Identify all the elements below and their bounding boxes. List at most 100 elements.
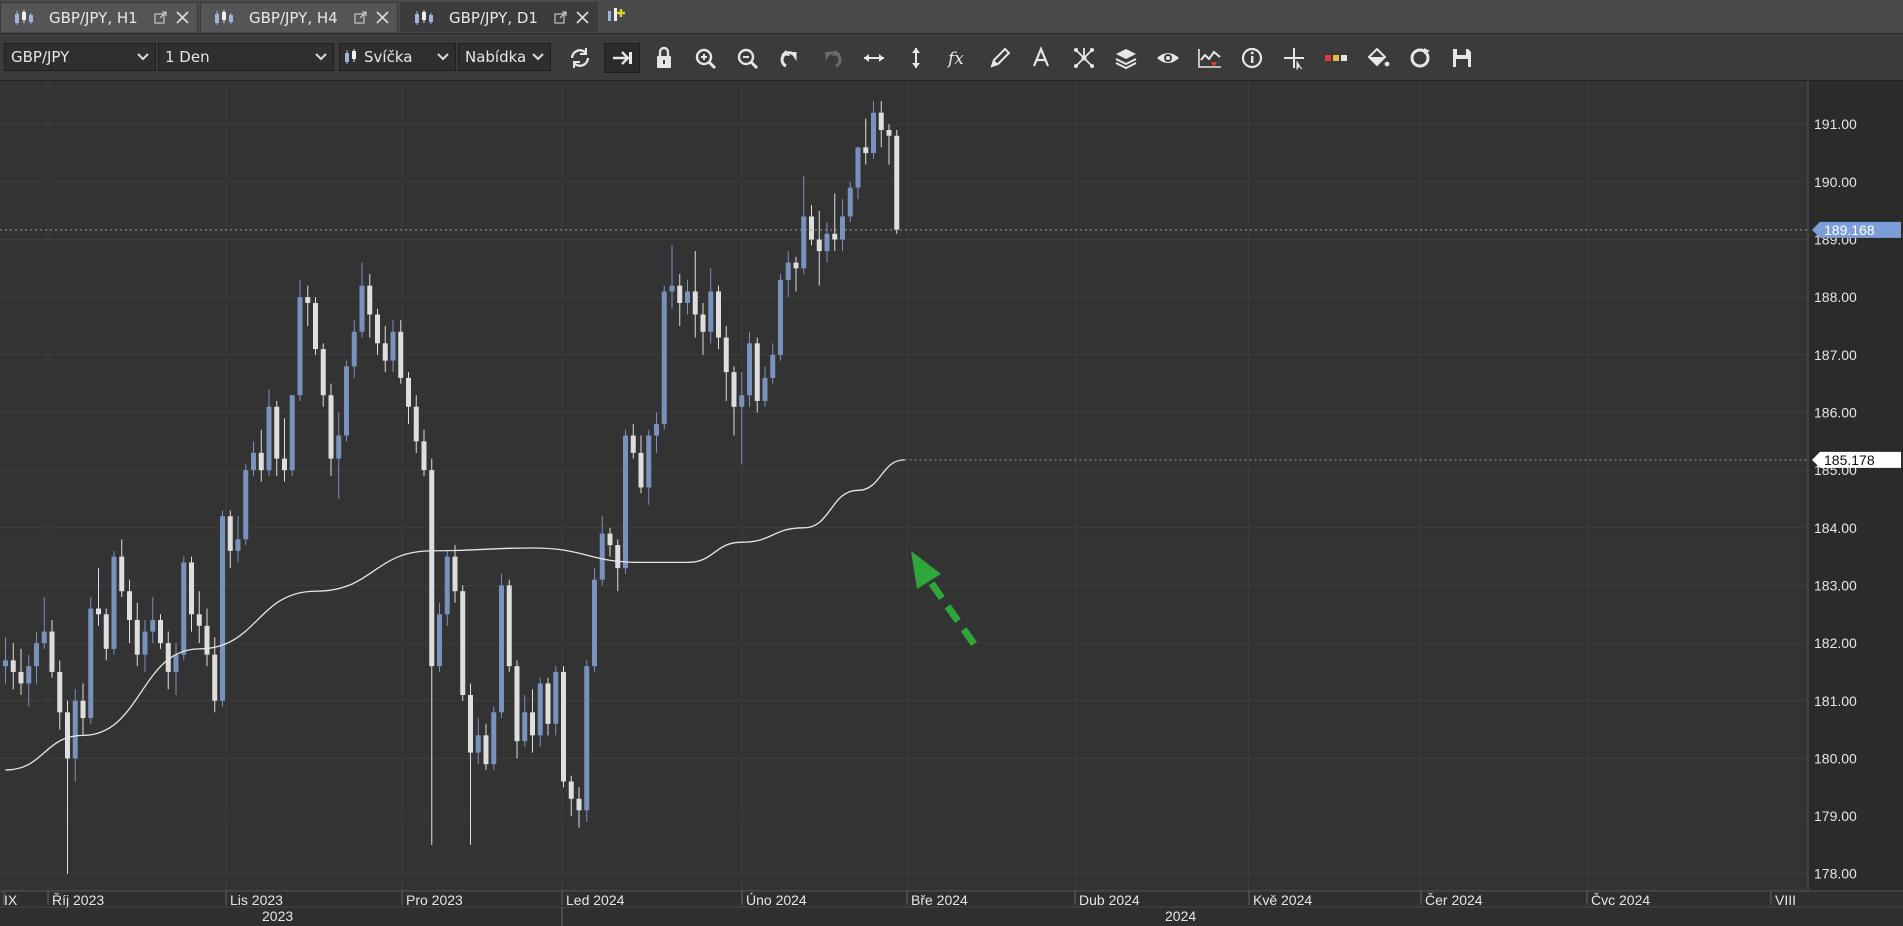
- period-value: 1 Den: [165, 48, 210, 66]
- candle-body: [561, 671, 566, 782]
- undo-button[interactable]: [772, 43, 808, 73]
- crosshair-button[interactable]: [1276, 43, 1312, 73]
- candle-body: [452, 556, 458, 592]
- theme-button[interactable]: [1360, 43, 1396, 73]
- candle-body: [630, 435, 636, 453]
- candle-body: [522, 712, 528, 742]
- close-icon[interactable]: [376, 11, 389, 24]
- candle-body: [88, 608, 94, 719]
- visibility-button[interactable]: [1150, 43, 1186, 73]
- vertical-scale-button[interactable]: [898, 43, 934, 73]
- close-icon[interactable]: [176, 11, 189, 24]
- redo-button[interactable]: [814, 43, 850, 73]
- period-select[interactable]: 1 Den: [158, 43, 334, 71]
- drawing-button[interactable]: [982, 43, 1018, 73]
- x-tick-label: Dub 2024: [1079, 892, 1140, 908]
- candle-body: [173, 654, 179, 672]
- x-tick-label: Pro 2023: [406, 892, 463, 908]
- signals-icon: [1198, 49, 1221, 68]
- indicators-button[interactable]: fx: [940, 43, 976, 73]
- shift-chart-button[interactable]: [604, 43, 640, 73]
- candle-body: [96, 608, 101, 615]
- zoom-in-button[interactable]: [688, 43, 724, 73]
- horizontal-scale-button[interactable]: [856, 43, 892, 73]
- instrument-select[interactable]: GBP/JPY: [4, 43, 156, 71]
- close-icon[interactable]: [576, 11, 589, 24]
- candle-body: [847, 187, 853, 217]
- candle-body: [72, 700, 78, 759]
- candle-body: [545, 683, 551, 724]
- candle-body: [506, 585, 512, 667]
- candle-body: [80, 700, 86, 719]
- candle-body: [444, 556, 450, 615]
- candle-body: [34, 643, 39, 667]
- candle-body: [537, 683, 543, 736]
- candle-body: [103, 614, 109, 649]
- zoom-in-icon: [695, 48, 717, 70]
- tab-gbpjpy-d1[interactable]: GBP/JPY, D1: [400, 2, 598, 32]
- tab-bar: GBP/JPY, H1 GBP/JPY, H4 GBP/JPY, D1: [0, 0, 1903, 34]
- candle-body: [716, 291, 721, 338]
- signals-button[interactable]: [1192, 43, 1228, 73]
- zoom-out-icon: [737, 48, 759, 70]
- candle-body: [677, 285, 683, 303]
- tab-gbpjpy-h1[interactable]: GBP/JPY, H1: [0, 2, 198, 32]
- candle-body: [894, 135, 900, 230]
- candle-body: [778, 279, 783, 355]
- pattern-button[interactable]: [1066, 43, 1102, 73]
- refresh-button[interactable]: [562, 43, 598, 73]
- chart-type-select[interactable]: Svíčka: [339, 43, 456, 71]
- candle-body: [669, 285, 675, 292]
- x-tick-label: Bře 2024: [911, 892, 968, 908]
- candle-body: [568, 781, 574, 799]
- candle-body: [158, 620, 163, 644]
- zoom-out-button[interactable]: [730, 43, 766, 73]
- candle-body: [731, 372, 737, 407]
- text-button[interactable]: [1024, 43, 1060, 73]
- candle-body: [491, 712, 497, 765]
- candle-body: [227, 516, 233, 551]
- popout-icon[interactable]: [354, 11, 367, 24]
- popout-icon[interactable]: [154, 11, 167, 24]
- candle-body: [3, 660, 8, 667]
- svg-text:fx: fx: [946, 49, 964, 69]
- candle-body: [824, 233, 830, 252]
- candle-body: [251, 452, 256, 471]
- candle-body: [754, 343, 760, 401]
- price-marker-button[interactable]: [1318, 43, 1354, 73]
- plot-background: [0, 81, 1808, 891]
- offer-side-select[interactable]: Nabídka: [458, 43, 551, 71]
- candle-body: [150, 620, 156, 632]
- candle-body: [382, 343, 388, 361]
- candle-body: [367, 285, 373, 315]
- candle-body: [413, 406, 419, 442]
- x-tick-label: Čer 2024: [1425, 892, 1483, 908]
- candle-body: [855, 147, 861, 188]
- y-tick-label: 191.00: [1814, 116, 1857, 132]
- reload-template-button[interactable]: [1402, 43, 1438, 73]
- layers-button[interactable]: [1108, 43, 1144, 73]
- popout-icon[interactable]: [554, 11, 567, 24]
- info-button[interactable]: [1234, 43, 1270, 73]
- candle-body: [320, 349, 326, 396]
- candle-body: [359, 285, 365, 332]
- candle-body: [282, 458, 287, 471]
- refresh-icon: [570, 48, 590, 68]
- y-tick-label: 183.00: [1814, 577, 1857, 593]
- candle-body: [723, 337, 729, 373]
- y-tick-label: 190.00: [1814, 174, 1857, 190]
- candle-body: [351, 331, 357, 367]
- horizontal-scale-icon: [864, 54, 884, 62]
- candle-body: [878, 112, 884, 131]
- candle-body: [429, 470, 435, 667]
- save-button[interactable]: [1444, 43, 1480, 73]
- add-chart-icon[interactable]: [605, 5, 629, 27]
- price-chart[interactable]: 191.00190.00189.00188.00187.00186.00185.…: [0, 81, 1903, 926]
- candle-body: [305, 297, 311, 303]
- candle-body: [739, 395, 745, 407]
- lock-button[interactable]: [646, 43, 682, 73]
- x-tick-label: IX: [4, 892, 18, 908]
- tab-gbpjpy-h4[interactable]: GBP/JPY, H4: [200, 2, 398, 32]
- candlestick-icon: [215, 9, 233, 25]
- candle-body: [685, 291, 690, 303]
